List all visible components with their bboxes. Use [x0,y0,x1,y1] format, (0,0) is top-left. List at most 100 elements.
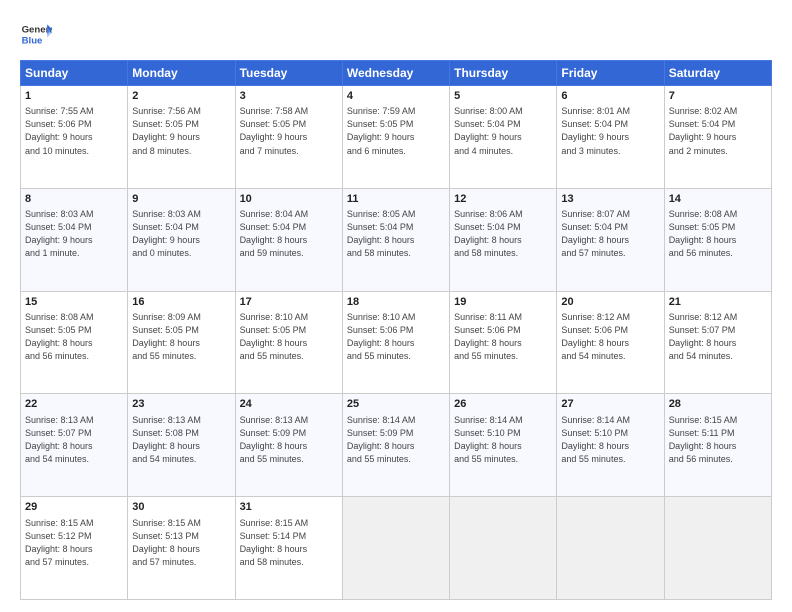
day-number: 15 [25,295,123,310]
logo: General Blue [20,18,52,50]
day-detail: Sunrise: 8:03 AMSunset: 5:04 PMDaylight:… [132,208,230,260]
day-number: 11 [347,192,445,207]
day-number: 14 [669,192,767,207]
calendar-cell: 25 Sunrise: 8:14 AMSunset: 5:09 PMDayligh… [342,394,449,497]
day-number: 7 [669,89,767,104]
day-detail: Sunrise: 8:06 AMSunset: 5:04 PMDaylight:… [454,208,552,260]
day-detail: Sunrise: 8:13 AMSunset: 5:08 PMDaylight:… [132,414,230,466]
day-detail: Sunrise: 8:02 AMSunset: 5:04 PMDaylight:… [669,105,767,157]
calendar-cell: 20Sunrise: 8:12 AMSunset: 5:06 PMDayligh… [557,291,664,394]
calendar-cell: 14Sunrise: 8:08 AMSunset: 5:05 PMDayligh… [664,188,771,291]
day-number: 19 [454,295,552,310]
day-number: 22 [25,397,123,412]
calendar-cell: 31 Sunrise: 8:15 AMSunset: 5:14 PMDayligh… [235,497,342,600]
calendar-cell: 17Sunrise: 8:10 AMSunset: 5:05 PMDayligh… [235,291,342,394]
day-detail: Sunrise: 8:08 AMSunset: 5:05 PMDaylight:… [669,208,767,260]
day-detail: Sunrise: 8:12 AMSunset: 5:06 PMDaylight:… [561,311,659,363]
logo-icon: General Blue [20,18,52,50]
calendar-cell [342,497,449,600]
week-row-2: 8Sunrise: 8:03 AMSunset: 5:04 PMDaylight… [21,188,772,291]
calendar-cell: 3Sunrise: 7:58 AMSunset: 5:05 PMDaylight… [235,86,342,189]
day-detail: Sunrise: 8:15 AMSunset: 5:11 PMDaylight:… [669,414,767,466]
calendar-cell: 1Sunrise: 7:55 AMSunset: 5:06 PMDaylight… [21,86,128,189]
day-number: 1 [25,89,123,104]
day-number: 31 [240,500,338,515]
day-detail: Sunrise: 7:55 AMSunset: 5:06 PMDaylight:… [25,105,123,157]
weekday-header-sunday: Sunday [21,61,128,86]
day-detail: Sunrise: 8:03 AMSunset: 5:04 PMDaylight:… [25,208,123,260]
calendar-cell: 7Sunrise: 8:02 AMSunset: 5:04 PMDaylight… [664,86,771,189]
day-number: 17 [240,295,338,310]
day-detail: Sunrise: 8:10 AMSunset: 5:06 PMDaylight:… [347,311,445,363]
day-number: 23 [132,397,230,412]
day-number: 24 [240,397,338,412]
calendar-cell: 23 Sunrise: 8:13 AMSunset: 5:08 PMDayligh… [128,394,235,497]
day-detail: Sunrise: 8:15 AMSunset: 5:12 PMDaylight:… [25,517,123,569]
day-number: 2 [132,89,230,104]
day-number: 28 [669,397,767,412]
day-detail: Sunrise: 7:56 AMSunset: 5:05 PMDaylight:… [132,105,230,157]
day-number: 9 [132,192,230,207]
calendar-cell: 8Sunrise: 8:03 AMSunset: 5:04 PMDaylight… [21,188,128,291]
day-number: 5 [454,89,552,104]
weekday-header-wednesday: Wednesday [342,61,449,86]
day-detail: Sunrise: 8:14 AMSunset: 5:10 PMDaylight:… [561,414,659,466]
calendar-cell [557,497,664,600]
calendar-cell: 29 Sunrise: 8:15 AMSunset: 5:12 PMDayligh… [21,497,128,600]
day-detail: Sunrise: 8:07 AMSunset: 5:04 PMDaylight:… [561,208,659,260]
day-number: 26 [454,397,552,412]
day-number: 4 [347,89,445,104]
day-detail: Sunrise: 8:09 AMSunset: 5:05 PMDaylight:… [132,311,230,363]
day-number: 20 [561,295,659,310]
day-number: 25 [347,397,445,412]
day-number: 21 [669,295,767,310]
day-detail: Sunrise: 8:12 AMSunset: 5:07 PMDaylight:… [669,311,767,363]
calendar-cell: 26Sunrise: 8:14 AMSunset: 5:10 PMDayligh… [450,394,557,497]
calendar-cell: 18Sunrise: 8:10 AMSunset: 5:06 PMDayligh… [342,291,449,394]
day-detail: Sunrise: 8:13 AMSunset: 5:09 PMDaylight:… [240,414,338,466]
day-number: 10 [240,192,338,207]
day-number: 8 [25,192,123,207]
weekday-header-thursday: Thursday [450,61,557,86]
day-detail: Sunrise: 8:11 AMSunset: 5:06 PMDaylight:… [454,311,552,363]
day-detail: Sunrise: 8:01 AMSunset: 5:04 PMDaylight:… [561,105,659,157]
day-number: 30 [132,500,230,515]
day-number: 3 [240,89,338,104]
day-detail: Sunrise: 8:14 AMSunset: 5:09 PMDaylight:… [347,414,445,466]
day-number: 29 [25,500,123,515]
day-number: 18 [347,295,445,310]
calendar-cell: 15Sunrise: 8:08 AMSunset: 5:05 PMDayligh… [21,291,128,394]
week-row-4: 22 Sunrise: 8:13 AMSunset: 5:07 PMDayligh… [21,394,772,497]
header: General Blue [20,18,772,50]
day-detail: Sunrise: 8:15 AMSunset: 5:13 PMDaylight:… [132,517,230,569]
day-detail: Sunrise: 8:13 AMSunset: 5:07 PMDaylight:… [25,414,123,466]
day-number: 16 [132,295,230,310]
calendar-cell: 4Sunrise: 7:59 AMSunset: 5:05 PMDaylight… [342,86,449,189]
day-number: 6 [561,89,659,104]
calendar-cell: 16Sunrise: 8:09 AMSunset: 5:05 PMDayligh… [128,291,235,394]
day-detail: Sunrise: 8:10 AMSunset: 5:05 PMDaylight:… [240,311,338,363]
day-detail: Sunrise: 8:15 AMSunset: 5:14 PMDaylight:… [240,517,338,569]
calendar-cell: 28 Sunrise: 8:15 AMSunset: 5:11 PMDayligh… [664,394,771,497]
day-detail: Sunrise: 8:05 AMSunset: 5:04 PMDaylight:… [347,208,445,260]
week-row-1: 1Sunrise: 7:55 AMSunset: 5:06 PMDaylight… [21,86,772,189]
calendar-cell [450,497,557,600]
day-number: 12 [454,192,552,207]
calendar-cell: 10Sunrise: 8:04 AMSunset: 5:04 PMDayligh… [235,188,342,291]
weekday-header-tuesday: Tuesday [235,61,342,86]
calendar-cell: 12Sunrise: 8:06 AMSunset: 5:04 PMDayligh… [450,188,557,291]
calendar-cell [664,497,771,600]
weekday-header-monday: Monday [128,61,235,86]
calendar-cell: 21Sunrise: 8:12 AMSunset: 5:07 PMDayligh… [664,291,771,394]
day-number: 27 [561,397,659,412]
page: General Blue SundayMondayTuesdayWednesda… [0,0,792,612]
calendar-cell: 30 Sunrise: 8:15 AMSunset: 5:13 PMDayligh… [128,497,235,600]
week-row-5: 29 Sunrise: 8:15 AMSunset: 5:12 PMDayligh… [21,497,772,600]
calendar-table: SundayMondayTuesdayWednesdayThursdayFrid… [20,60,772,600]
week-row-3: 15Sunrise: 8:08 AMSunset: 5:05 PMDayligh… [21,291,772,394]
calendar-cell: 6Sunrise: 8:01 AMSunset: 5:04 PMDaylight… [557,86,664,189]
calendar-cell: 11Sunrise: 8:05 AMSunset: 5:04 PMDayligh… [342,188,449,291]
calendar-cell: 2Sunrise: 7:56 AMSunset: 5:05 PMDaylight… [128,86,235,189]
day-detail: Sunrise: 7:58 AMSunset: 5:05 PMDaylight:… [240,105,338,157]
weekday-header-saturday: Saturday [664,61,771,86]
